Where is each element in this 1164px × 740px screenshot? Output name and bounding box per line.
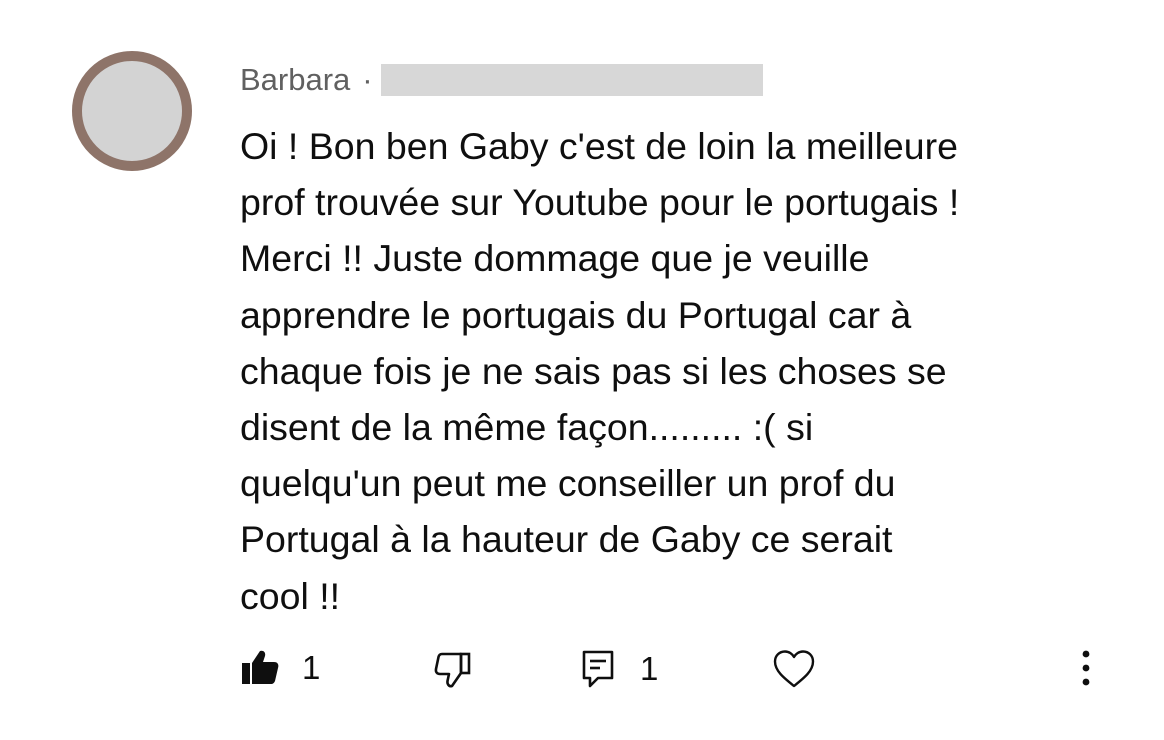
comment-line: Merci !! Juste dommage que je veuille	[240, 237, 870, 280]
reply-count: 1	[640, 650, 659, 687]
reply-button[interactable]: 1	[578, 648, 658, 690]
comment-line: Portugal à la hauteur de Gaby ce serait	[240, 518, 893, 561]
comment-line: disent de la même façon......... :( si	[240, 406, 814, 449]
comment-line: quelqu'un peut me conseiller un prof du	[240, 462, 896, 505]
like-count: 1	[302, 649, 321, 686]
avatar[interactable]	[72, 51, 192, 171]
comment-line: prof trouvée sur Youtube pour le portuga…	[240, 181, 960, 224]
like-button[interactable]: 1	[240, 648, 320, 688]
comment-reply-icon	[578, 648, 618, 690]
author-name[interactable]: Barbara	[240, 62, 350, 98]
dislike-button[interactable]	[433, 650, 473, 690]
more-vertical-icon	[1072, 648, 1100, 688]
redacted-meta	[380, 64, 763, 96]
heart-icon	[772, 648, 816, 690]
more-options-button[interactable]	[1072, 648, 1100, 688]
comment-line: Oi ! Bon ben Gaby c'est de loin la meill…	[240, 125, 958, 167]
comment-line: apprendre le portugais du Portugal car à	[240, 293, 912, 336]
thumbs-down-icon	[433, 650, 473, 690]
comment-body: Oi ! Bon ben Gaby c'est de loin la meill…	[240, 118, 1120, 624]
comment-line: cool !!	[240, 574, 341, 617]
comment-line: chaque fois je ne sais pas si les choses…	[240, 349, 947, 392]
comment-actions: 1 1	[0, 640, 1164, 700]
heart-button[interactable]	[772, 648, 816, 690]
meta-separator: ·	[362, 62, 373, 97]
comment-meta: Barbara ·	[240, 58, 763, 102]
thumbs-up-icon	[240, 648, 280, 688]
